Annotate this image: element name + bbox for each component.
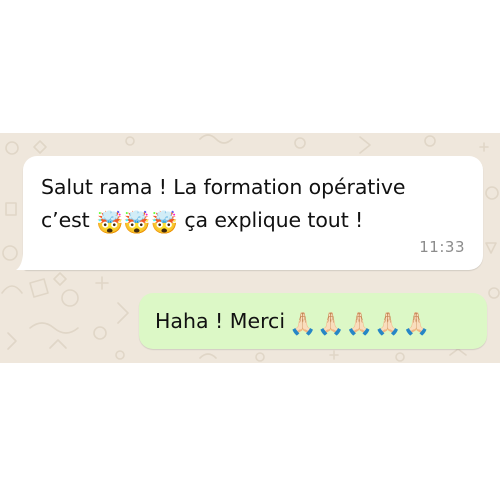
outgoing-message-bubble[interactable]: Haha ! Merci 🙏🏻🙏🏻🙏🏻🙏🏻🙏🏻 — [139, 293, 487, 349]
bubble-tail-icon — [16, 254, 28, 270]
outgoing-message-label: Haha ! Merci — [155, 309, 286, 333]
message-line-2: c’est 🤯🤯🤯 ça explique tout ! — [41, 204, 471, 237]
folded-hands-emoji-icon: 🙏🏻🙏🏻🙏🏻🙏🏻🙏🏻 — [289, 312, 431, 337]
outgoing-message-text: Haha ! Merci 🙏🏻🙏🏻🙏🏻🙏🏻🙏🏻 — [155, 305, 431, 337]
exploding-head-emoji-icon: 🤯🤯🤯 — [96, 211, 178, 236]
message-timestamp: 11:33 — [419, 238, 465, 256]
chat-area: Salut rama ! La formation opérative c’es… — [0, 133, 500, 363]
message-line-2-suffix: ça explique tout ! — [184, 208, 364, 232]
message-line-2-prefix: c’est — [41, 208, 90, 232]
incoming-message-text: Salut rama ! La formation opérative c’es… — [41, 171, 471, 237]
incoming-message-bubble[interactable]: Salut rama ! La formation opérative c’es… — [16, 156, 483, 270]
message-line-1: Salut rama ! La formation opérative — [41, 175, 406, 199]
